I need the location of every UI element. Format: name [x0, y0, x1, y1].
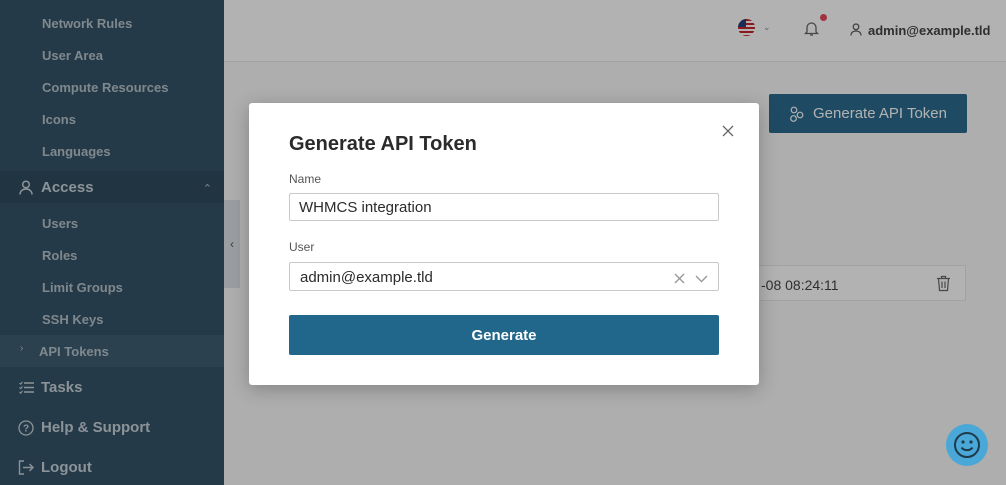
generate-token-dialog: Generate API Token Name User admin@examp…: [249, 103, 759, 385]
generate-button[interactable]: Generate: [289, 315, 719, 355]
user-select-value: admin@example.tld: [300, 269, 433, 286]
chat-widget[interactable]: [946, 424, 988, 466]
close-icon[interactable]: [722, 124, 736, 138]
name-label: Name: [289, 172, 322, 186]
user-select[interactable]: admin@example.tld: [289, 262, 719, 291]
chevron-down-icon[interactable]: [695, 271, 708, 289]
smiley-icon: [954, 432, 980, 458]
user-label: User: [289, 240, 315, 254]
dialog-title: Generate API Token: [289, 133, 477, 155]
name-input[interactable]: [289, 193, 719, 221]
clear-icon[interactable]: [674, 271, 685, 289]
